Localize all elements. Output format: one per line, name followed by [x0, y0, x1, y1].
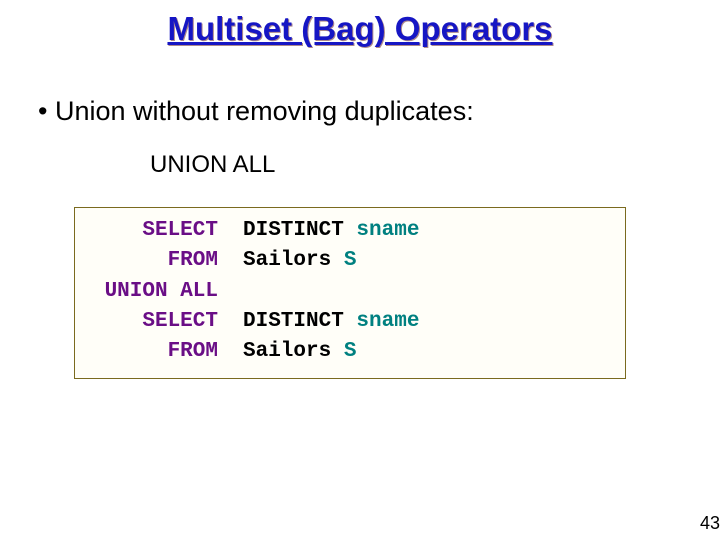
- sql-arg-text: DISTINCT: [243, 310, 356, 333]
- sql-arg: DISTINCT sname: [242, 216, 420, 246]
- sql-arg: Sailors S: [242, 337, 420, 367]
- code-row: FROM Sailors S: [87, 337, 420, 367]
- page-number: 43: [700, 513, 720, 534]
- sql-arg-text: DISTINCT: [243, 219, 356, 242]
- code-row: UNION ALL: [87, 277, 420, 307]
- sql-code-box: SELECT DISTINCT sname FROM Sailors S UNI…: [74, 207, 626, 379]
- sql-keyword: FROM: [87, 337, 242, 367]
- sql-identifier: sname: [356, 219, 419, 242]
- slide: Multiset (Bag) Operators Union without r…: [0, 0, 720, 540]
- sql-arg: [242, 277, 420, 307]
- slide-title: Multiset (Bag) Operators: [0, 0, 720, 48]
- bullet-sub: UNION ALL: [150, 151, 720, 179]
- code-row: SELECT DISTINCT sname: [87, 216, 420, 246]
- sql-keyword: UNION ALL: [87, 277, 242, 307]
- sql-identifier: S: [344, 249, 357, 272]
- sql-identifier: sname: [356, 310, 419, 333]
- code-row: SELECT DISTINCT sname: [87, 307, 420, 337]
- sql-keyword: SELECT: [87, 307, 242, 337]
- code-row: FROM Sailors S: [87, 246, 420, 276]
- sql-arg-text: Sailors: [243, 340, 344, 363]
- sql-arg-text: Sailors: [243, 249, 344, 272]
- sql-keyword: FROM: [87, 246, 242, 276]
- sql-arg: Sailors S: [242, 246, 420, 276]
- sql-keyword: SELECT: [87, 216, 242, 246]
- sql-identifier: S: [344, 340, 357, 363]
- sql-arg: DISTINCT sname: [242, 307, 420, 337]
- bullet-main: Union without removing duplicates:: [38, 96, 720, 127]
- sql-code-table: SELECT DISTINCT sname FROM Sailors S UNI…: [87, 216, 420, 368]
